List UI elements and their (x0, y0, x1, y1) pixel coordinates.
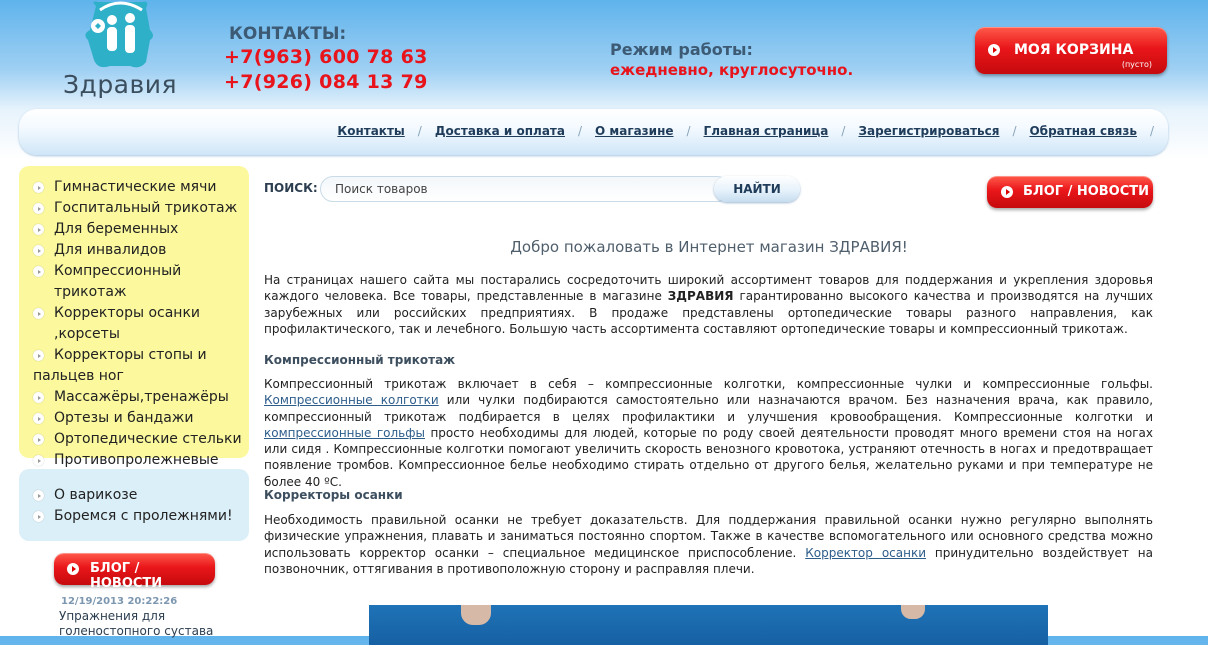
nav-separator: / (417, 124, 422, 138)
category-item[interactable]: Гимнастические мячи (33, 177, 255, 198)
bullet-arrow-icon (33, 308, 44, 319)
search-button[interactable]: НАЙТИ (714, 176, 800, 202)
bullet-arrow-icon (33, 245, 44, 256)
bullet-arrow-icon (33, 350, 44, 361)
nav-link-delivery[interactable]: Доставка и оплата (435, 124, 565, 138)
category-item[interactable]: Для беременных (33, 219, 255, 240)
nav-link-about[interactable]: О магазине (595, 124, 673, 138)
blog-news-button[interactable]: БЛОГ / НОВОСТИ (54, 553, 215, 591)
cart-button[interactable]: МОЯ КОРЗИНА (пусто) (975, 27, 1167, 74)
link-posture-corrector[interactable]: Корректор осанки (805, 546, 926, 560)
phone-number: +7(926) 084 13 79 (224, 71, 428, 93)
nav-link-contacts[interactable]: Контакты (337, 124, 404, 138)
category-item[interactable]: Корректоры осанки ,корсеты (33, 303, 255, 345)
search-label: ПОИСК: (264, 181, 318, 195)
category-item[interactable]: Для инвалидов (33, 240, 255, 261)
welcome-heading: Добро пожаловать в Интернет магазин ЗДРА… (510, 238, 908, 256)
work-hours-title: Режим работы: (610, 40, 753, 59)
photo-detail (901, 605, 925, 619)
main-navigation: Контакты / Доставка и оплата / О магазин… (19, 109, 1168, 155)
bullet-arrow-icon (33, 455, 44, 466)
info-links-box: О варикозе Боремся с пролежнями! (19, 469, 249, 541)
bullet-arrow-icon (33, 434, 44, 445)
category-menu: Гимнастические мячи Госпитальный трикота… (19, 166, 249, 489)
section-heading: Компрессионный трикотаж (264, 353, 456, 367)
section-paragraph: Необходимость правильной осанки не требу… (264, 513, 1153, 576)
logo-text: Здравия (63, 70, 178, 99)
bullet-arrow-icon (33, 413, 44, 424)
phone-number: +7(963) 600 78 63 (224, 46, 428, 68)
arrow-icon (1001, 186, 1013, 198)
nav-link-home[interactable]: Главная страница (704, 124, 829, 138)
category-item[interactable]: Ортезы и бандажи (33, 408, 255, 429)
category-item[interactable]: Ортопедические стельки (33, 429, 255, 450)
blog-button-label: БЛОГ / НОВОСТИ (90, 561, 163, 591)
search-input[interactable] (320, 176, 730, 202)
info-link[interactable]: О варикозе (33, 485, 233, 506)
nav-link-register[interactable]: Зарегистрироваться (858, 124, 999, 138)
section-heading: Корректоры осанки (264, 488, 403, 502)
news-date: 12/19/2013 20:22:26 (61, 596, 178, 607)
category-item[interactable]: Корректоры стопы и пальцев ног (33, 345, 255, 387)
nav-separator: / (686, 124, 691, 138)
arrow-icon (988, 44, 1000, 56)
product-photo (369, 605, 1048, 645)
bullet-arrow-icon (33, 224, 44, 235)
work-hours-value: ежедневно, круглосуточно. (610, 61, 854, 79)
news-title-link[interactable]: Упражнения для голеностопного сустава (59, 609, 229, 639)
category-item[interactable]: Госпитальный трикотаж (33, 198, 255, 219)
link-compression-tights[interactable]: Компрессионные колготки (264, 393, 439, 407)
bullet-arrow-icon (33, 511, 44, 522)
bullet-arrow-icon (33, 182, 44, 193)
cart-label: МОЯ КОРЗИНА (1014, 42, 1134, 58)
bullet-arrow-icon (33, 266, 44, 277)
nav-separator: / (577, 124, 583, 138)
cart-status: (пусто) (1121, 60, 1152, 69)
contacts-title: КОНТАКТЫ: (229, 24, 347, 44)
blog-news-button[interactable]: БЛОГ / НОВОСТИ (987, 176, 1153, 208)
logo-icon (85, 1, 153, 68)
nav-separator: / (1149, 124, 1154, 138)
bullet-arrow-icon (33, 203, 44, 214)
nav-link-feedback[interactable]: Обратная связь (1029, 124, 1136, 138)
brand-name: ЗДРАВИЯ (667, 289, 734, 304)
category-item[interactable]: Компрессионный трикотаж (33, 261, 255, 303)
link-compression-socks[interactable]: компрессионные гольфы (264, 426, 425, 440)
bullet-arrow-icon (33, 392, 44, 403)
nav-separator: / (841, 124, 846, 138)
section-paragraph: Компрессионный трикотаж включает в себя … (264, 377, 1154, 489)
info-link[interactable]: Боремся с пролежнями! (33, 506, 233, 527)
photo-detail (461, 605, 491, 625)
blog-button-label: БЛОГ / НОВОСТИ (1023, 184, 1150, 199)
nav-separator: / (1012, 124, 1017, 138)
bullet-arrow-icon (33, 490, 44, 501)
intro-paragraph: На страницах нашего сайта мы постарались… (264, 273, 1154, 336)
category-item[interactable]: Массажёры,тренажёры (33, 387, 255, 408)
arrow-icon (67, 563, 79, 575)
